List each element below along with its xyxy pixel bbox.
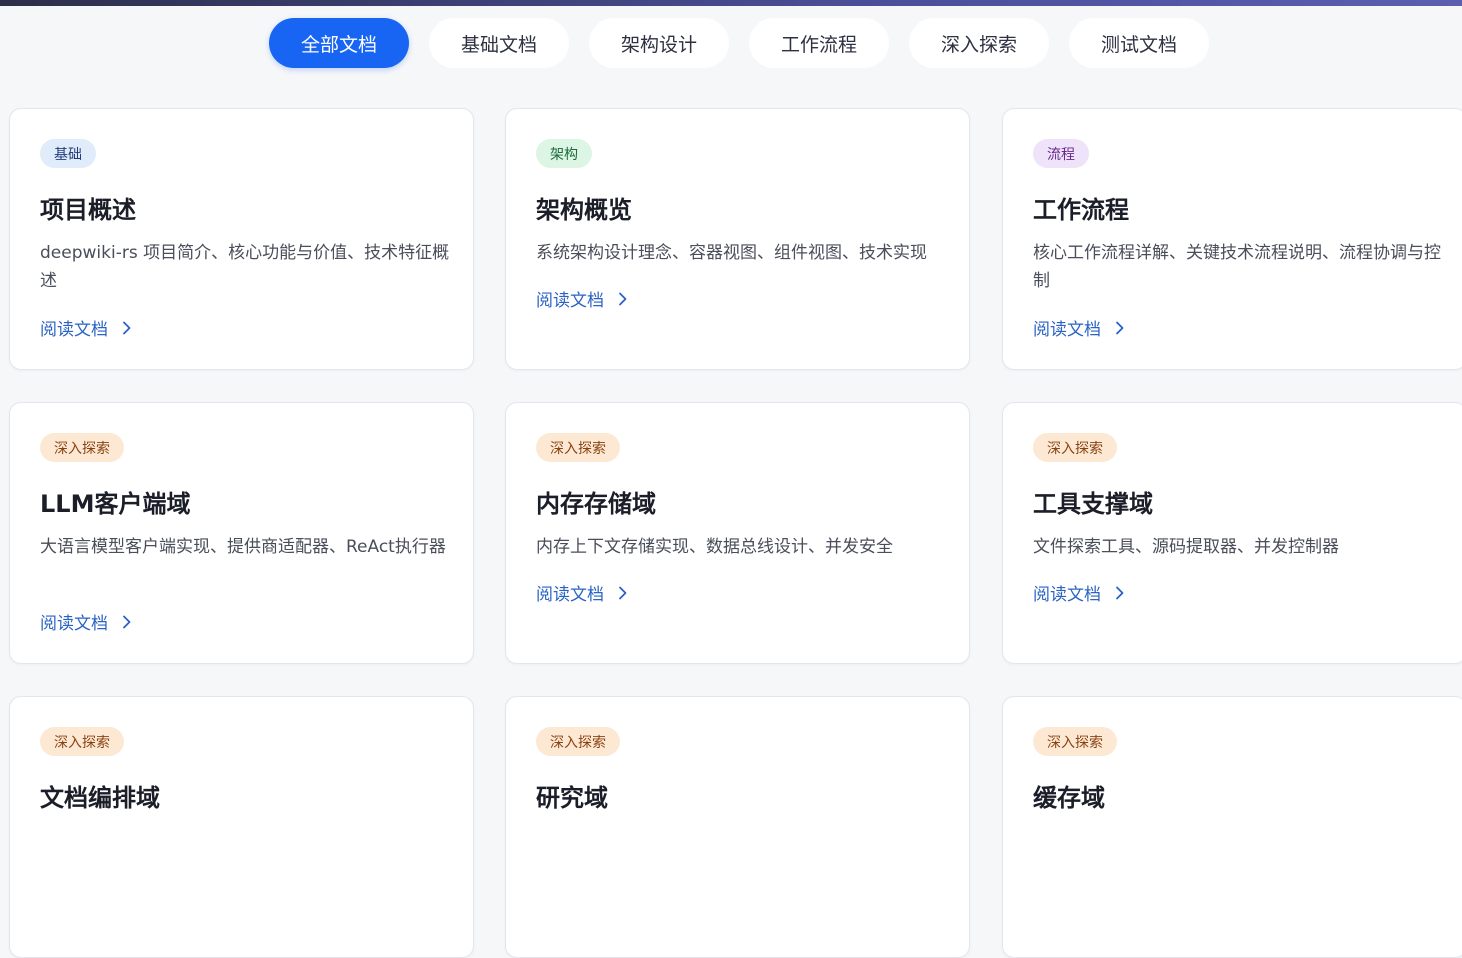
category-tag: 深入探索 xyxy=(40,433,124,462)
card-title: 缓存域 xyxy=(1033,784,1105,812)
doc-card-architecture-overview[interactable]: 架构 架构概览 系统架构设计理念、容器视图、组件视图、技术实现 阅读文档 xyxy=(505,108,970,370)
read-doc-link[interactable]: 阅读文档 xyxy=(536,580,630,605)
filter-tabs: 全部文档 基础文档 架构设计 工作流程 深入探索 测试文档 xyxy=(0,18,1462,68)
card-title: 研究域 xyxy=(536,784,608,812)
chevron-right-icon xyxy=(619,586,627,599)
card-title: 项目概述 xyxy=(40,196,136,224)
card-title: 架构概览 xyxy=(536,196,632,224)
read-doc-label: 阅读文档 xyxy=(536,291,604,311)
category-tag: 基础 xyxy=(40,139,96,168)
category-tag: 深入探索 xyxy=(40,727,124,756)
category-tag: 深入探索 xyxy=(1033,727,1117,756)
read-doc-label: 阅读文档 xyxy=(1033,585,1101,605)
category-tag: 流程 xyxy=(1033,139,1089,168)
doc-card-project-overview[interactable]: 基础 项目概述 deepwiki-rs 项目简介、核心功能与价值、技术特征概述 … xyxy=(9,108,474,370)
chevron-right-icon xyxy=(123,321,131,334)
read-doc-label: 阅读文档 xyxy=(40,320,108,340)
card-title: LLM客户端域 xyxy=(40,490,191,518)
doc-card-workflow[interactable]: 流程 工作流程 核心工作流程详解、关键技术流程说明、流程协调与控制 阅读文档 xyxy=(1002,108,1462,370)
doc-card-doc-orchestration-domain[interactable]: 深入探索 文档编排域 xyxy=(9,696,474,958)
card-description: 系统架构设计理念、容器视图、组件视图、技术实现 xyxy=(536,243,927,263)
card-title: 内存存储域 xyxy=(536,490,656,518)
card-description: 大语言模型客户端实现、提供商适配器、ReAct执行器 xyxy=(40,537,446,557)
chevron-right-icon xyxy=(619,292,627,305)
doc-card-tool-support-domain[interactable]: 深入探索 工具支撑域 文件探索工具、源码提取器、并发控制器 阅读文档 xyxy=(1002,402,1462,664)
category-tag: 深入探索 xyxy=(536,727,620,756)
filter-test-docs[interactable]: 测试文档 xyxy=(1069,18,1209,68)
card-description: deepwiki-rs 项目简介、核心功能与价值、技术特征概述 xyxy=(40,243,450,291)
top-accent-bar xyxy=(0,0,1462,6)
filter-architecture[interactable]: 架构设计 xyxy=(589,18,729,68)
card-description: 核心工作流程详解、关键技术流程说明、流程协调与控制 xyxy=(1033,243,1441,291)
chevron-right-icon xyxy=(1116,586,1124,599)
read-doc-link[interactable]: 阅读文档 xyxy=(40,609,134,634)
doc-card-memory-storage-domain[interactable]: 深入探索 内存存储域 内存上下文存储实现、数据总线设计、并发安全 阅读文档 xyxy=(505,402,970,664)
card-description: 内存上下文存储实现、数据总线设计、并发安全 xyxy=(536,537,893,557)
card-title: 工作流程 xyxy=(1033,196,1129,224)
doc-card-research-domain[interactable]: 深入探索 研究域 xyxy=(505,696,970,958)
doc-card-llm-client-domain[interactable]: 深入探索 LLM客户端域 大语言模型客户端实现、提供商适配器、ReAct执行器 … xyxy=(9,402,474,664)
chevron-right-icon xyxy=(123,615,131,628)
category-tag: 深入探索 xyxy=(1033,433,1117,462)
card-title: 文档编排域 xyxy=(40,784,160,812)
read-doc-link[interactable]: 阅读文档 xyxy=(1033,580,1127,605)
category-tag: 深入探索 xyxy=(536,433,620,462)
filter-workflow[interactable]: 工作流程 xyxy=(749,18,889,68)
read-doc-label: 阅读文档 xyxy=(40,614,108,634)
category-tag: 架构 xyxy=(536,139,592,168)
filter-deep-dive[interactable]: 深入探索 xyxy=(909,18,1049,68)
read-doc-label: 阅读文档 xyxy=(1033,320,1101,340)
filter-basic-docs[interactable]: 基础文档 xyxy=(429,18,569,68)
doc-card-cache-domain[interactable]: 深入探索 缓存域 xyxy=(1002,696,1462,958)
filter-all-docs[interactable]: 全部文档 xyxy=(269,18,409,68)
read-doc-label: 阅读文档 xyxy=(536,585,604,605)
card-description: 文件探索工具、源码提取器、并发控制器 xyxy=(1033,537,1339,557)
chevron-right-icon xyxy=(1116,321,1124,334)
read-doc-link[interactable]: 阅读文档 xyxy=(1033,315,1127,340)
read-doc-link[interactable]: 阅读文档 xyxy=(40,315,134,340)
read-doc-link[interactable]: 阅读文档 xyxy=(536,286,630,311)
card-title: 工具支撑域 xyxy=(1033,490,1153,518)
